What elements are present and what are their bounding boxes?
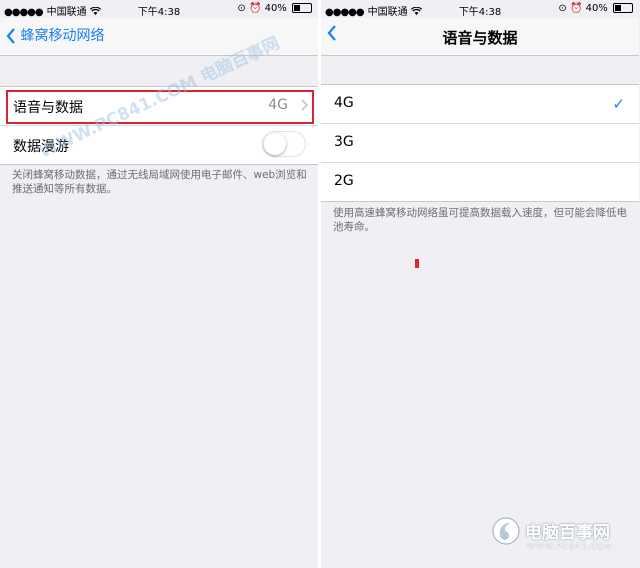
status-bar: ●●●●● 中国联通 下午4:38 ⊙ ⏰ 40% — [0, 0, 318, 18]
voice-data-label: 语音与数据 — [13, 100, 83, 116]
option-label: 4G — [334, 95, 354, 111]
right-screen: ●●●●● 中国联通 下午4:38 ⊙ ⏰ 40% 语音与数据 4G ✓ 3G 2… — [321, 0, 639, 568]
left-screen: ●●●●● 中国联通 下午4:38 ⊙ ⏰ 40% 蜂窝移动网络 语音与数据 4G… — [0, 0, 318, 568]
data-roaming-row: 数据漫游 — [0, 126, 318, 164]
data-roaming-toggle[interactable] — [262, 131, 306, 157]
voice-data-row[interactable]: 语音与数据 4G — [0, 87, 318, 126]
back-button[interactable]: 蜂窝移动网络 — [6, 25, 104, 45]
brand-logo: 电脑百事网 WWW.PC841.COM — [491, 514, 631, 558]
battery-percent: 40% — [585, 3, 608, 14]
option-3g[interactable]: 3G — [321, 124, 639, 163]
data-roaming-label: 数据漫游 — [13, 139, 69, 155]
lock-rotation-icon: ⊙ — [237, 3, 246, 14]
nav-bar: 语音与数据 — [321, 18, 639, 56]
option-2g[interactable]: 2G — [321, 163, 639, 268]
battery-icon — [613, 3, 633, 13]
cursor-marker — [415, 259, 419, 268]
battery-percent: 40% — [264, 3, 287, 14]
option-label: 2G — [334, 173, 354, 189]
settings-group: 语音与数据 4G 数据漫游 — [0, 86, 318, 165]
brand-url: WWW.PC841.COM — [527, 542, 613, 551]
back-button-label: 蜂窝移动网络 — [20, 28, 105, 44]
left-footnote: 关闭蜂窝移动数据，通过无线局域网使用电子邮件、web浏览和推送通知等所有数据。 — [12, 169, 307, 195]
right-footnote: 使用高速蜂窝移动网络虽可提高数据载入速度，但可能会降低电池寿命。 — [333, 207, 627, 233]
checkmark-icon: ✓ — [612, 95, 625, 113]
chevron-right-icon — [301, 99, 308, 111]
alarm-icon: ⏰ — [248, 3, 262, 14]
brand-name: 电脑百事网 — [525, 523, 610, 543]
alarm-icon: ⏰ — [569, 3, 583, 14]
option-label: 3G — [334, 134, 354, 150]
status-bar: ●●●●● 中国联通 下午4:38 ⊙ ⏰ 40% — [321, 0, 639, 18]
lock-rotation-icon: ⊙ — [558, 3, 567, 14]
network-options-group: 4G ✓ 3G 2G — [321, 84, 639, 268]
voice-data-value: 4G — [268, 97, 288, 113]
page-title: 语音与数据 — [442, 29, 518, 47]
nav-bar: 蜂窝移动网络 — [0, 18, 318, 56]
battery-icon — [292, 3, 312, 13]
option-4g[interactable]: 4G ✓ — [321, 85, 639, 124]
chevron-left-icon — [6, 28, 15, 44]
brand-mark-icon — [492, 517, 520, 545]
